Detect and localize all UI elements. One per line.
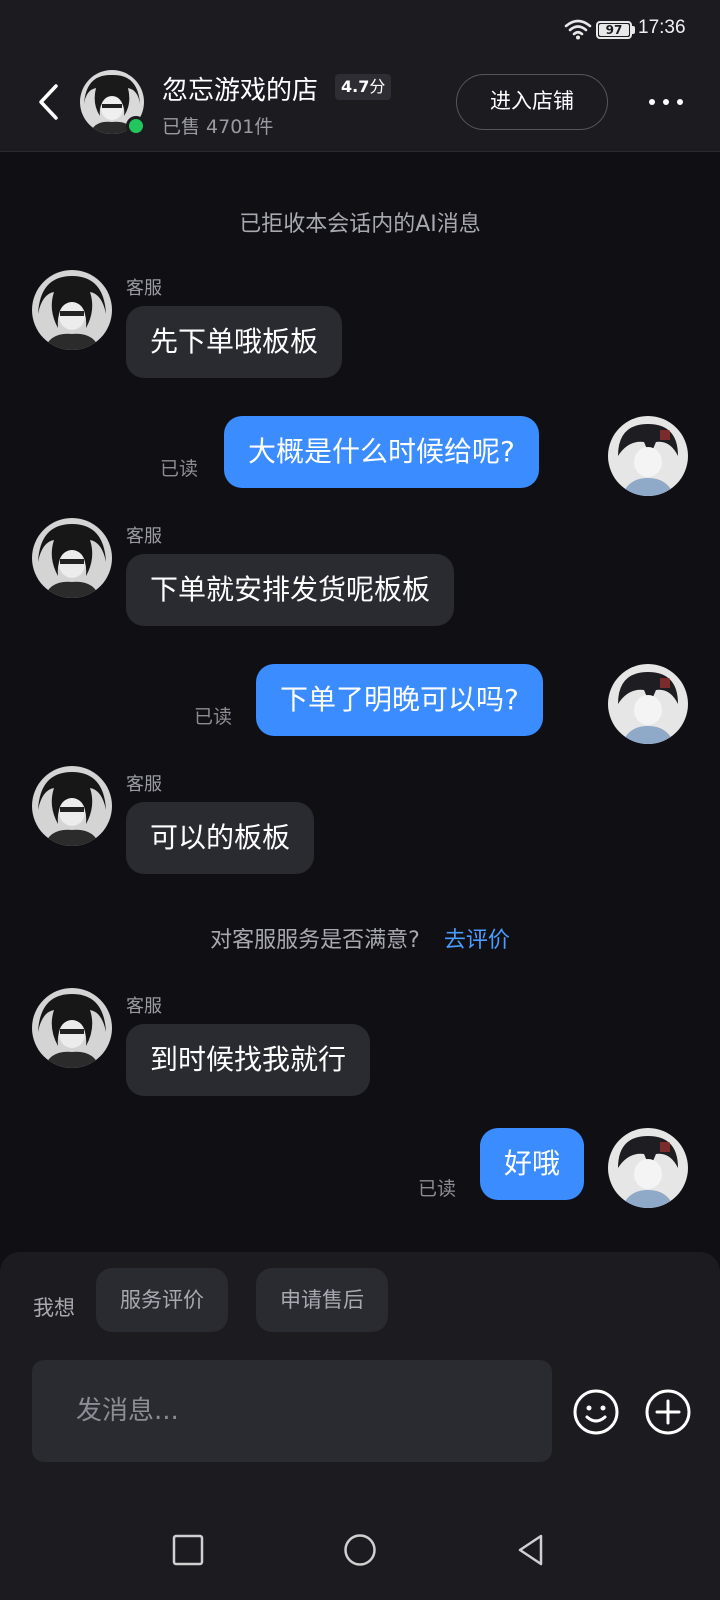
message-bubble[interactable]: 可以的板板 [126, 802, 315, 874]
home-icon[interactable] [343, 1533, 377, 1567]
rating-unit: 分 [369, 77, 386, 96]
quick-actions-label: 我想 [33, 1296, 75, 1320]
message-bubble[interactable]: 大概是什么时候给呢? [224, 416, 539, 488]
battery-level: 97 [605, 23, 623, 37]
back-button[interactable] [24, 74, 72, 130]
chevron-left-icon [39, 84, 58, 120]
read-receipt: 已读 [194, 706, 233, 728]
sold-count: 已售 4701件 [162, 116, 274, 138]
clock: 17:36 [638, 17, 686, 38]
after-sales-chip[interactable]: 申请售后 [256, 1268, 388, 1332]
sender-name: 客服 [126, 774, 162, 795]
shop-name: 忽忘游戏的店 [162, 76, 319, 106]
my-avatar[interactable] [608, 416, 688, 496]
wifi-icon [564, 19, 592, 40]
message-bubble[interactable]: 下单就安排发货呢板板 [126, 554, 455, 626]
agent-avatar[interactable] [32, 988, 112, 1068]
enter-shop-button[interactable]: 进入店铺 [456, 74, 608, 130]
rate-service-link[interactable]: 去评价 [444, 928, 510, 953]
satisfaction-question: 对客服服务是否满意? [210, 928, 420, 953]
agent-avatar[interactable] [32, 518, 112, 598]
more-icon [649, 99, 655, 105]
my-avatar[interactable] [608, 1128, 688, 1208]
back-triangle-icon[interactable] [516, 1533, 544, 1567]
message-bubble[interactable]: 到时候找我就行 [126, 1024, 371, 1096]
message-bubble[interactable]: 好哦 [480, 1128, 585, 1200]
status-bar: 97 17:36 [0, 0, 720, 52]
message-bubble[interactable]: 先下单哦板板 [126, 306, 343, 378]
my-avatar[interactable] [608, 664, 688, 744]
emoji-icon[interactable] [572, 1388, 620, 1436]
sender-name: 客服 [126, 996, 162, 1017]
ai-rejection-notice: 已拒收本会话内的AI消息 [239, 212, 481, 237]
rating-value: 4.7 [341, 77, 370, 96]
message-input[interactable]: 发消息... [32, 1360, 552, 1462]
read-receipt: 已读 [418, 1178, 457, 1200]
more-options-button[interactable] [636, 82, 696, 122]
service-review-chip[interactable]: 服务评价 [96, 1268, 228, 1332]
recent-apps-icon[interactable] [172, 1534, 204, 1566]
chat-header: 忽忘游戏的店 4.7分 已售 4701件 进入店铺 [0, 52, 720, 152]
sender-name: 客服 [126, 526, 162, 547]
online-status-dot [126, 116, 146, 136]
sender-name: 客服 [126, 278, 162, 299]
plus-icon[interactable] [644, 1388, 692, 1436]
rating-badge: 4.7分 [335, 74, 392, 100]
battery-icon: 97 [596, 21, 632, 39]
agent-avatar[interactable] [32, 270, 112, 350]
message-bubble[interactable]: 下单了明晚可以吗? [256, 664, 543, 736]
satisfaction-prompt: 对客服服务是否满意? 去评价 [0, 922, 720, 954]
read-receipt: 已读 [160, 458, 199, 480]
agent-avatar[interactable] [32, 766, 112, 846]
